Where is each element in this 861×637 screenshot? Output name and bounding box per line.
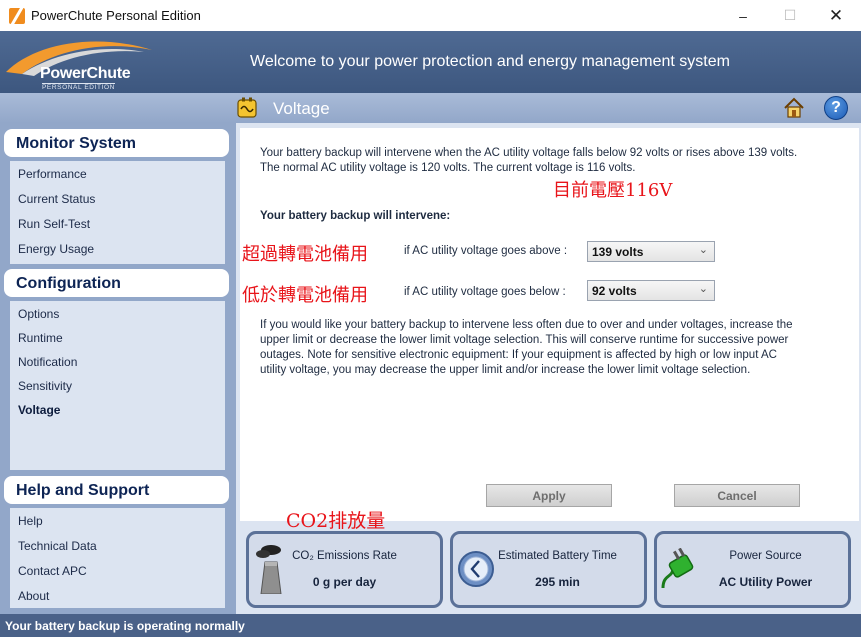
power-source-card[interactable]: Power Source AC Utility Power [654, 531, 851, 608]
intervene-heading: Your battery backup will intervene: [260, 210, 451, 222]
sidebar-heading-configuration: Configuration [4, 269, 229, 297]
sidebar-heading-help: Help and Support [4, 476, 229, 504]
minimize-button[interactable]: – [720, 0, 766, 31]
co2-card-title: CO₂ Emissions Rate [292, 550, 397, 562]
annotation-below: 低於轉電池備用 [242, 285, 368, 306]
app-icon [9, 7, 25, 24]
help-icon[interactable]: ? [824, 96, 848, 120]
sidebar: Monitor System Performance Current Statu… [0, 123, 236, 614]
sidebar-item-about[interactable]: About [18, 589, 49, 603]
upper-voltage-select[interactable]: 139 volts ⌄ [587, 241, 715, 262]
sidebar-item-current-status[interactable]: Current Status [18, 192, 95, 206]
voltage-settings-panel: Your battery backup will intervene when … [240, 128, 859, 521]
power-source-card-title: Power Source [729, 550, 802, 562]
annotation-co2: CO2排放量 [286, 510, 386, 532]
page-title: Voltage [273, 99, 330, 118]
title-bar: PowerChute Personal Edition – ☐ ✕ [0, 0, 861, 31]
logo-subtitle: PERSONAL EDITION [42, 83, 115, 91]
lower-voltage-value: 92 volts [592, 284, 637, 298]
main-panel: Your battery backup will intervene when … [236, 123, 861, 614]
advice-line4: utility voltage, you may decrease the up… [260, 364, 751, 376]
voltage-icon [237, 97, 257, 118]
co2-emissions-card[interactable]: CO₂ Emissions Rate 0 g per day [246, 531, 443, 608]
battery-time-card-title: Estimated Battery Time [498, 550, 617, 562]
home-icon[interactable] [783, 97, 805, 119]
maximize-button[interactable]: ☐ [767, 0, 813, 31]
window-title: PowerChute Personal Edition [31, 8, 201, 23]
section-header: Voltage ? [0, 93, 861, 123]
sidebar-item-voltage[interactable]: Voltage [18, 403, 60, 417]
sidebar-item-runtime[interactable]: Runtime [18, 331, 63, 345]
battery-time-card[interactable]: Estimated Battery Time 295 min [450, 531, 647, 608]
upper-voltage-value: 139 volts [592, 245, 644, 259]
annotation-current-voltage: 目前電壓116V [553, 180, 673, 201]
welcome-text: Welcome to your power protection and ene… [250, 53, 730, 70]
status-bar: Your battery backup is operating normall… [0, 614, 861, 637]
sidebar-item-contact-apc[interactable]: Contact APC [18, 564, 87, 578]
intro-text-line1: Your battery backup will intervene when … [260, 147, 798, 159]
advice-line1: If you would like your battery backup to… [260, 319, 793, 331]
logo-text: PowerChute [40, 65, 131, 82]
annotation-above: 超過轉電池備用 [242, 244, 368, 265]
sidebar-item-energy-usage[interactable]: Energy Usage [18, 242, 94, 256]
cancel-button[interactable]: Cancel [674, 484, 800, 507]
below-label: if AC utility voltage goes below : [404, 286, 566, 298]
app-window: PowerChute Personal Edition – ☐ ✕ PowerC… [0, 0, 861, 637]
lower-voltage-select[interactable]: 92 volts ⌄ [587, 280, 715, 301]
co2-card-value: 0 g per day [312, 575, 377, 589]
sidebar-item-help[interactable]: Help [18, 514, 43, 528]
chevron-down-icon: ⌄ [698, 283, 708, 295]
advice-line2: upper limit or decrease the lower limit … [260, 334, 789, 346]
sidebar-item-performance[interactable]: Performance [18, 167, 87, 181]
sidebar-item-sensitivity[interactable]: Sensitivity [18, 379, 72, 393]
sidebar-item-notification[interactable]: Notification [18, 355, 77, 369]
sidebar-heading-monitor: Monitor System [4, 129, 229, 157]
sidebar-item-options[interactable]: Options [18, 307, 59, 321]
battery-time-card-value: 295 min [535, 575, 580, 589]
apply-button[interactable]: Apply [486, 484, 612, 507]
sidebar-item-technical-data[interactable]: Technical Data [18, 539, 97, 553]
sidebar-item-run-self-test[interactable]: Run Self-Test [18, 217, 90, 231]
power-source-card-value: AC Utility Power [718, 575, 813, 589]
header-banner: PowerChute PERSONAL EDITION Welcome to y… [0, 31, 861, 93]
chevron-down-icon: ⌄ [698, 244, 708, 256]
above-label: if AC utility voltage goes above : [404, 245, 568, 257]
advice-line3: outages. Note for sensitive electronic e… [260, 349, 777, 361]
intro-text-line2: The normal AC utility voltage is 120 vol… [260, 162, 636, 174]
close-button[interactable]: ✕ [813, 0, 859, 31]
